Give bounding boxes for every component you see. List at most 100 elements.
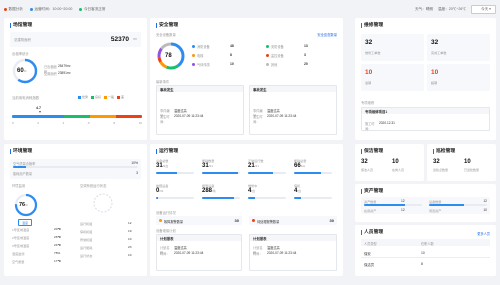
flow-status-text: 今日客流正常 [83, 6, 106, 11]
date-range-select[interactable]: 今天 ▾ [471, 4, 496, 14]
env-row-value: 17℃ [54, 259, 61, 263]
top-bar-right: 天气：晴朗 温度：20℃~26℃ 今天 ▾ [410, 4, 496, 14]
fault-alarm-box[interactable]: 故障报警数量 30 [156, 216, 242, 225]
rate-title: 出租率统计 [12, 52, 29, 56]
maintenance-stat-value: 10 [431, 69, 439, 76]
security-item-value: 8 [230, 53, 232, 57]
energy-scale-bar [12, 115, 142, 118]
assets-card: 资产管理 资产数量 12 设备数量 12 在用资产 12 闲置资产 10 [355, 184, 496, 222]
operation-card: 运行管理 设备总数 31/9台 能耗数量 31/31 正常运行数 21/31 能耗总量 66/… [150, 144, 343, 276]
maintenance-stat-value: 32 [365, 39, 373, 46]
event-label: 最新事件 [156, 80, 170, 84]
cleaning-title: 保洁管理 [361, 149, 383, 154]
plan-name: 计划报表 [250, 235, 336, 241]
security-donut-value: 78 [165, 53, 172, 59]
security-card: 安全管理 安全设备数量 安全巡查数量 78 消防设备 48 安防设备 13 电梯 8 监控设… [150, 18, 343, 140]
patrol-title: 巡检管理 [433, 149, 455, 154]
staff-card: 人员管理 更多人员 人员类型 在职人数 保安 10 保洁员 8 [355, 225, 496, 276]
operating-hours: 运营时间：10:00~20:00 [29, 7, 72, 12]
security-item-value: 20 [304, 62, 308, 66]
temperature-value: 76% [19, 202, 28, 208]
env-row-label: 空气质量 [12, 260, 25, 264]
legend-dot-icon [266, 62, 269, 66]
cleaning-staff-label: 保洁人员 [361, 168, 374, 172]
op-stat-value: 66/kw [294, 163, 306, 169]
fault-alarm-value: 30 [234, 218, 239, 224]
patrol-points-value: 32 [433, 159, 440, 165]
op-stat-bar [248, 172, 286, 174]
maintenance-card: 维修管理 32 维修工单数 32 完成工单数 10 逾期 10 超期 专项维修 专项维修项目1… [355, 18, 496, 140]
maintenance-stat[interactable]: 32 完成工单数 [427, 34, 490, 61]
patrol-link[interactable]: 安全巡查数量 [317, 32, 337, 37]
warning-icon [159, 219, 162, 222]
temperature-text: 温度：20℃~26℃ [437, 6, 466, 11]
patrol-done-label: 已巡检数量 [464, 168, 480, 172]
legend-dot-icon [266, 53, 269, 57]
maintenance-stat-value: 10 [365, 69, 373, 76]
alarm-indicator[interactable]: 数据分析 [4, 7, 23, 12]
op-stat-bar-fill [248, 172, 273, 174]
special-repair-card[interactable]: 专项维修项目1 施工时间： 2020.12.31 [361, 107, 490, 131]
security-item-value: 48 [230, 44, 234, 48]
more-staff-link[interactable]: 更多人员 [477, 231, 490, 236]
op-stat-value: 31/31 [202, 163, 213, 169]
env-summary: 空气质量合格率 10% 能耗用户数量 3 [10, 159, 141, 179]
plan-card-1[interactable]: 计划报表 计划名称： 温度过高 时间： 2020-07-09 11:23:44 [156, 234, 242, 271]
staff-table-row: 保安 10 [361, 248, 490, 258]
alarm-label: 数据分析 [8, 6, 23, 11]
assets-summary: 资产数量 12 设备数量 12 在用资产 12 闲置资产 10 [361, 197, 490, 214]
legend-dot-icon [192, 44, 195, 48]
op-stat-bar [156, 172, 194, 174]
asset-bar-1 [364, 204, 422, 206]
assets-title: 资产管理 [361, 189, 383, 194]
pending-alarm-value: 30 [329, 218, 334, 224]
env-row-value: 26℃ [54, 235, 61, 239]
energy-legend: 优秀 良好 一般 差 [78, 95, 127, 99]
legend-good: 良好 [91, 95, 101, 99]
op-stat-bar-fill [202, 172, 239, 174]
security-item-label: 监控设备 [271, 54, 284, 58]
device-count-label: 安全设备数量 [156, 33, 176, 37]
vacant-row: 空置面积 23891m² [44, 71, 71, 76]
env-row-label: 1号区域温度 [12, 228, 30, 232]
maintenance-stat-value: 32 [431, 39, 439, 46]
op-stat-bar-fill [202, 197, 235, 199]
maintenance-stat[interactable]: 10 超期 [427, 64, 490, 91]
env-row-value: 24℃ [54, 243, 61, 247]
op-stat-value: 288/条 [202, 188, 216, 194]
op-stat-unit: /9台 [162, 164, 169, 168]
energy-scale-ticks: 0 2 4 6 8 10 [12, 121, 142, 125]
plan-card-2[interactable]: 计划报表 计划名称： 温度过高 时间： 2020-07-09 11:23:44 [249, 234, 337, 271]
maintenance-stat[interactable]: 32 维修工单数 [361, 34, 424, 61]
event-card-2[interactable]: 事故发生 事件编号： 温度过高 发生时间： 2020-07-09 11:23:44 [249, 85, 337, 135]
air-quality-value: 10% [131, 161, 138, 165]
energy-marker-value: 4.7 [36, 106, 41, 110]
temperature-toggle-button[interactable]: 温度 [18, 219, 33, 226]
legend-dot-icon [266, 44, 269, 48]
staff-title: 人员管理 [361, 230, 383, 235]
environment-card: 环境管理 空气质量合格率 10% 能耗用户数量 3 环境监测 空调系统运行状态 … [4, 144, 147, 276]
env-row-value: 78% [54, 251, 61, 255]
legend-excellent: 优秀 [78, 95, 88, 99]
cleaning-onduty-label: 在岗人员 [392, 168, 405, 172]
hvac-row-label: 停机机组 [80, 230, 93, 234]
weather-text: 天气：晴朗 [414, 6, 433, 11]
op-stat-unit: /kw [300, 164, 306, 168]
op-stat-bar-fill [248, 197, 255, 199]
maintenance-stat[interactable]: 10 逾期 [361, 64, 424, 91]
energy-user-label: 能耗用户数量 [13, 172, 33, 176]
op-stat-value: 4/台 [294, 188, 302, 194]
operation-title: 运行管理 [156, 149, 178, 154]
air-quality-bar [13, 166, 138, 168]
env-row-label: 2号区域温度 [12, 236, 30, 240]
event-card-1[interactable]: 事故发生 事件编号： 温度过高 发生时间： 2020-07-09 11:23:44 [156, 85, 244, 135]
pending-alarm-box[interactable]: 待处理报警数量 30 [249, 216, 337, 225]
legend-dot-icon [192, 62, 195, 66]
security-title: 安全管理 [156, 23, 178, 28]
cleaning-onduty-value: 10 [392, 159, 399, 165]
event-name: 事故发生 [157, 86, 243, 92]
legend-fair: 一般 [104, 95, 114, 99]
hvac-row-value: 10 [128, 253, 132, 257]
occupancy-value: 60% [17, 68, 27, 74]
maintenance-plan-label: 设备维保计划 [156, 229, 176, 233]
